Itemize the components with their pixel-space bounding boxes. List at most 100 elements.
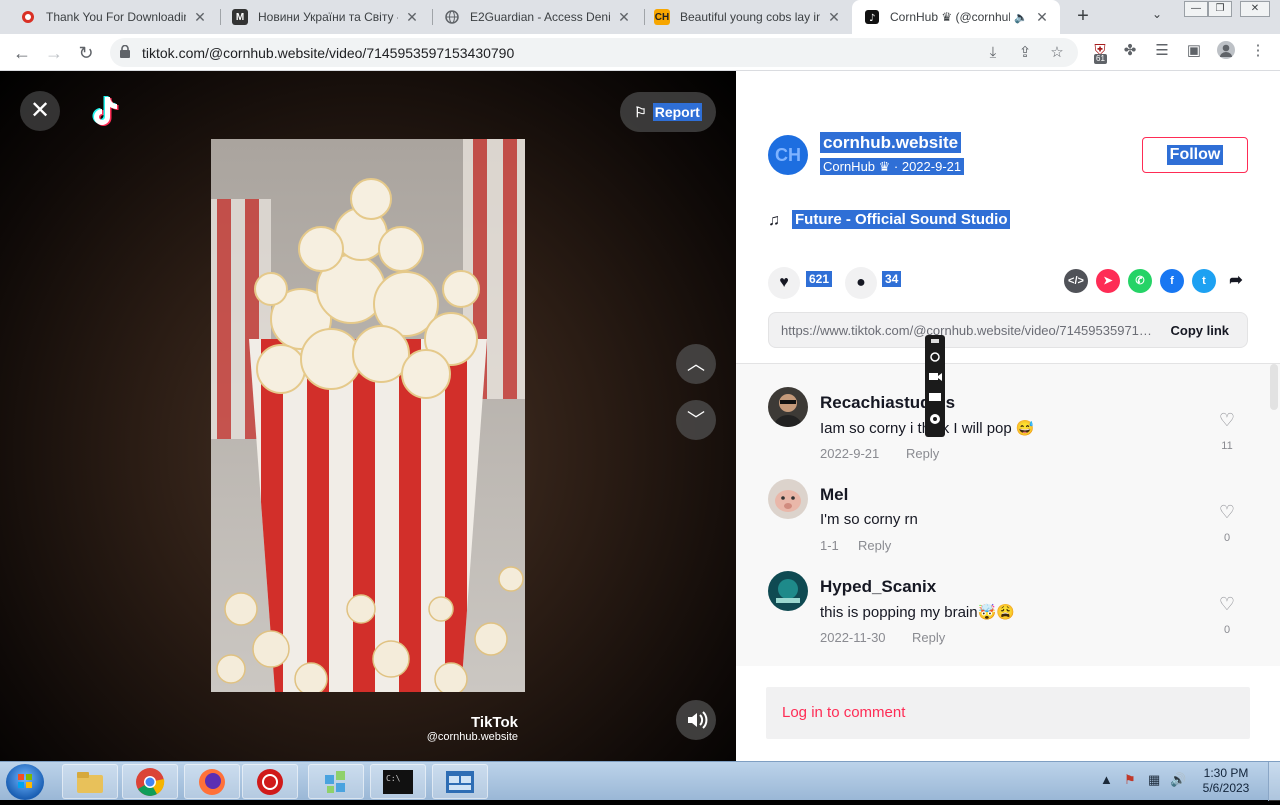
action-center-icon[interactable]: ⚑: [1124, 772, 1136, 788]
firefox-icon: [199, 768, 225, 795]
comment-text: this is popping my brain🤯😩: [820, 604, 1015, 621]
share-more-icon[interactable]: ➦: [1224, 269, 1248, 293]
close-video-button[interactable]: ✕: [20, 91, 60, 131]
tab-news[interactable]: M Новини України та Світу - ✕: [220, 0, 430, 34]
red-circle-icon: [20, 9, 36, 25]
next-video-button[interactable]: ﹀: [676, 400, 716, 440]
close-icon[interactable]: ✕: [616, 9, 632, 26]
install-icon[interactable]: ⤓: [984, 44, 1002, 62]
ch-logo-icon: CH: [654, 9, 670, 25]
flag-icon: ⚐: [634, 103, 647, 120]
copy-link-button[interactable]: Copy link: [1170, 323, 1229, 338]
commenter-avatar[interactable]: [768, 479, 808, 519]
star-icon[interactable]: ☆: [1048, 44, 1066, 62]
close-icon[interactable]: ✕: [826, 9, 842, 26]
start-button[interactable]: [6, 764, 44, 800]
capture-toolbar[interactable]: [925, 335, 945, 437]
firefox-taskbar-button[interactable]: [184, 764, 240, 799]
tab-e2guardian[interactable]: E2Guardian - Access Denied ✕: [432, 0, 642, 34]
tiktok-icon: ♪: [864, 9, 880, 25]
clock-date: 5/6/2023: [1202, 781, 1250, 795]
report-button[interactable]: ⚐ Report: [620, 92, 716, 132]
commenter-avatar[interactable]: [768, 387, 808, 427]
speaker-icon[interactable]: 🔈: [1014, 11, 1028, 24]
author-username[interactable]: cornhub.website: [820, 132, 962, 153]
m-logo-icon: M: [232, 9, 248, 25]
close-window-button[interactable]: ✕: [1240, 1, 1270, 17]
like-count: 621: [806, 271, 833, 287]
explorer-taskbar-button[interactable]: [62, 764, 118, 799]
comment-like-count: 11: [1221, 440, 1233, 452]
close-icon[interactable]: ✕: [192, 9, 208, 26]
media-control-icon[interactable]: ☰: [1152, 41, 1172, 61]
volume-button[interactable]: [676, 700, 716, 740]
cmd-taskbar-button[interactable]: C:\: [370, 764, 426, 799]
comment-count: 34: [882, 271, 902, 287]
music-title[interactable]: Future - Official Sound Studio: [792, 210, 1011, 229]
comment-icon[interactable]: ●: [845, 267, 877, 299]
video-frame[interactable]: [211, 139, 525, 692]
commenter-avatar[interactable]: [768, 571, 808, 611]
comment-like-count: 0: [1223, 532, 1231, 544]
tab-search-icon[interactable]: ⌄: [1152, 7, 1162, 21]
reply-button[interactable]: Reply: [912, 630, 945, 645]
side-panel-icon[interactable]: ▣: [1184, 41, 1204, 61]
close-icon[interactable]: ✕: [1034, 9, 1050, 26]
comment-item: Recachiastudios Iam so corny i think I w…: [736, 364, 1280, 461]
music-note-icon: ♫: [768, 212, 780, 229]
login-to-comment-button[interactable]: Log in to comment: [766, 687, 1250, 739]
tab-title: CornHub ♛ (@cornhub: [890, 10, 1011, 24]
close-icon[interactable]: ✕: [404, 9, 420, 26]
commenter-name[interactable]: Mel: [820, 485, 848, 505]
tab-thank-you[interactable]: Thank You For Downloading ✕: [8, 0, 218, 34]
heart-outline-icon[interactable]: ♡: [1216, 502, 1238, 523]
tab-cornhub-active[interactable]: ♪ CornHub ♛ (@cornhub 🔈 ✕: [852, 0, 1060, 34]
facebook-icon[interactable]: f: [1160, 269, 1184, 293]
share-link-text[interactable]: https://www.tiktok.com/@cornhub.website/…: [781, 323, 1153, 338]
restore-button[interactable]: ❐: [1208, 1, 1232, 17]
share-link-box: https://www.tiktok.com/@cornhub.website/…: [768, 312, 1248, 348]
extension-badge: 61: [1094, 54, 1107, 64]
puzzle-icon[interactable]: ✤: [1120, 41, 1140, 61]
tab-cobs[interactable]: CH Beautiful young cobs lay in ✕: [642, 0, 852, 34]
reload-button[interactable]: ↻: [74, 41, 98, 65]
address-bar[interactable]: tiktok.com/@cornhub.website/video/714595…: [110, 38, 1078, 67]
profile-icon[interactable]: [1216, 41, 1236, 61]
comment-text: I'm so corny rn: [820, 511, 918, 528]
chrome-taskbar-button[interactable]: [122, 764, 178, 799]
heart-outline-icon[interactable]: ♡: [1216, 410, 1238, 431]
terminal-icon: C:\: [383, 769, 413, 794]
commenter-name[interactable]: Hyped_Scanix: [820, 577, 936, 597]
network-app-taskbar-button[interactable]: [432, 764, 488, 799]
author-avatar[interactable]: CH: [768, 135, 808, 175]
whatsapp-icon[interactable]: ✆: [1128, 269, 1152, 293]
tiktok-logo-icon[interactable]: [86, 93, 122, 129]
app-taskbar-button[interactable]: [308, 764, 364, 799]
url-text: tiktok.com/@cornhub.website/video/714595…: [142, 45, 515, 61]
heart-outline-icon[interactable]: ♡: [1216, 594, 1238, 615]
system-clock[interactable]: 1:30 PM 5/6/2023: [1196, 766, 1256, 796]
folder-icon: [77, 771, 103, 793]
share-icon[interactable]: ⇪: [1016, 44, 1034, 62]
video-player[interactable]: ✕ ⚐ Report ︿ ﹀ TikTok @cornhub.website: [0, 71, 736, 761]
send-icon[interactable]: ➤: [1096, 269, 1120, 293]
tray-expand-icon[interactable]: ▲: [1100, 772, 1113, 787]
previous-video-button[interactable]: ︿: [676, 344, 716, 384]
forward-button[interactable]: →: [42, 41, 66, 65]
volume-tray-icon[interactable]: 🔊: [1170, 772, 1186, 788]
network-icon[interactable]: ▦: [1148, 772, 1160, 788]
video-info-panel: CH cornhub.website CornHub ♛ · 2022-9-21…: [736, 71, 1280, 761]
recorder-taskbar-button[interactable]: [242, 764, 298, 799]
back-button[interactable]: ←: [10, 41, 34, 65]
menu-icon[interactable]: ⋮: [1248, 41, 1268, 61]
follow-button[interactable]: Follow: [1142, 137, 1248, 173]
show-desktop-button[interactable]: [1268, 762, 1280, 801]
windows-taskbar: C:\ ▲ ⚑ ▦ 🔊 1:30 PM 5/6/2023: [0, 761, 1280, 801]
twitter-icon[interactable]: t: [1192, 269, 1216, 293]
heart-icon[interactable]: ♥: [768, 267, 800, 299]
embed-icon[interactable]: </>: [1064, 269, 1088, 293]
lock-icon: [120, 45, 130, 58]
watermark-handle: @cornhub.website: [426, 731, 518, 743]
new-tab-button[interactable]: +: [1072, 5, 1094, 27]
minimize-button[interactable]: —: [1184, 1, 1208, 17]
